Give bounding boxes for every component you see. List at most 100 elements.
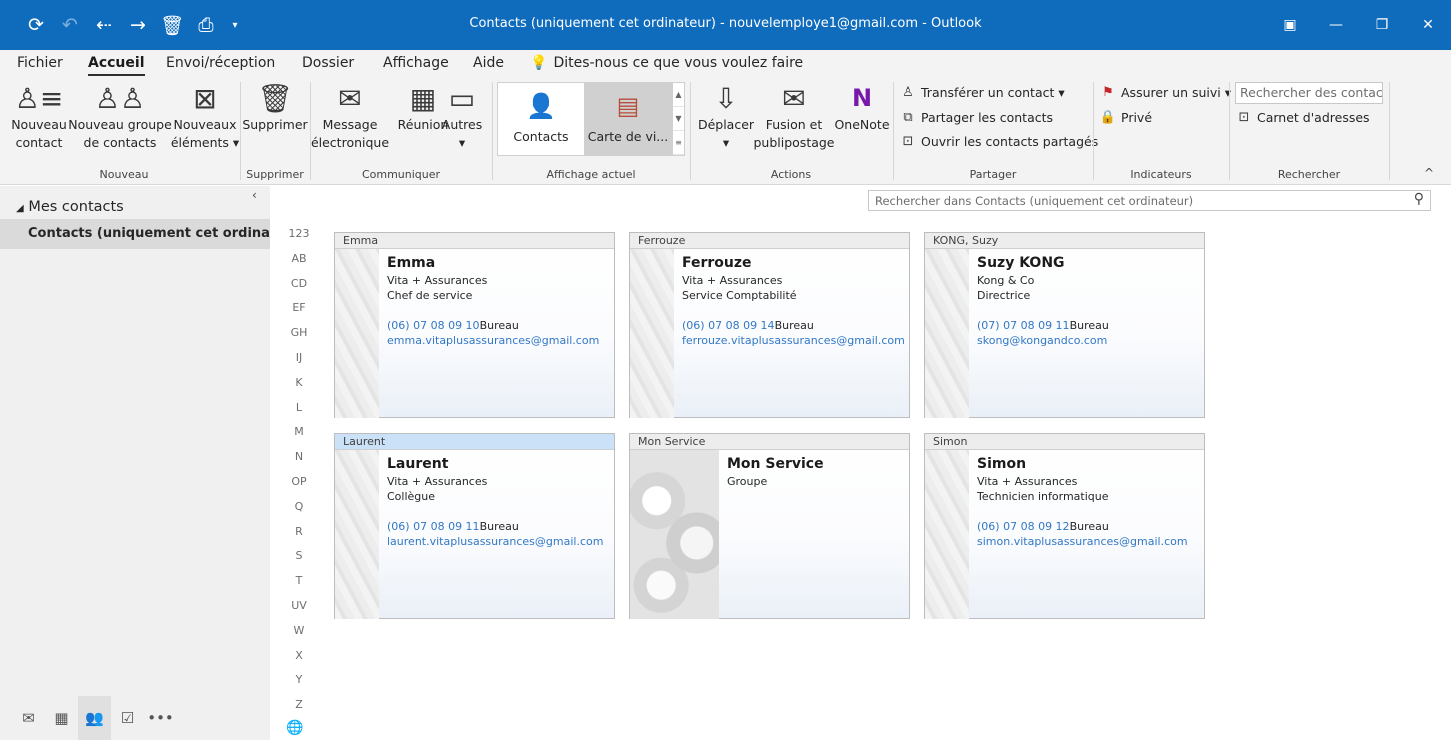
ribbon-tabs: Fichier Accueil Envoi/réception Dossier … <box>0 50 1451 77</box>
phone-number[interactable]: (06) 07 08 09 10 <box>387 319 480 332</box>
contact-title: Chef de service <box>387 289 473 302</box>
my-contacts-header[interactable]: ◢ Mes contacts <box>16 199 124 215</box>
search-icon[interactable]: ⚲ <box>1414 191 1424 207</box>
people-icon[interactable]: 👥 <box>78 696 111 740</box>
tab-accueil[interactable]: Accueil <box>88 55 145 77</box>
contact-title: Directrice <box>977 289 1031 302</box>
index-z[interactable]: Z <box>278 695 320 720</box>
contacts-folder-item[interactable]: Contacts (uniquement cet ordinate... <box>0 219 270 249</box>
new-contact-label-2: contact <box>15 135 63 150</box>
new-contact-button[interactable]: ♙≡ Nouveau contact <box>10 78 68 160</box>
more-modules-icon[interactable]: ••• <box>144 696 177 740</box>
index-l[interactable]: L <box>278 398 320 423</box>
phone-number[interactable]: (06) 07 08 09 14 <box>682 319 775 332</box>
mail-icon[interactable]: ✉ <box>12 696 45 740</box>
search-contacts-input[interactable]: Rechercher dans Contacts (uniquement cet… <box>868 190 1431 211</box>
ribbon-display-options-icon[interactable]: ▣ <box>1267 0 1313 50</box>
contact-card[interactable]: Ferrouze Ferrouze Vita + Assurances Serv… <box>629 232 910 418</box>
contact-email[interactable]: laurent.vitaplusassurances@gmail.com <box>387 534 608 549</box>
contact-name: Emma <box>387 255 436 271</box>
contact-email[interactable]: ferrouze.vitaplusassurances@gmail.com <box>682 333 905 348</box>
address-book-button[interactable]: ⊡ Carnet d'adresses <box>1235 107 1370 127</box>
tell-me-box[interactable]: 💡 Dites-nous ce que vous voulez faire <box>530 55 803 71</box>
index-123[interactable]: 123 <box>278 224 320 249</box>
onenote-button[interactable]: N OneNote <box>832 78 892 160</box>
delete-button[interactable]: 🗑 Supprimer <box>242 78 308 160</box>
group-communiquer: ✉ Message électronique ▦ Réunion ▭ Autre… <box>310 76 492 184</box>
move-label: Déplacer <box>697 117 755 132</box>
index-x[interactable]: X <box>278 646 320 671</box>
contact-email[interactable]: simon.vitaplusassurances@gmail.com <box>977 534 1198 549</box>
more-label: Autres <box>441 117 483 132</box>
index-cd[interactable]: CD <box>278 274 320 299</box>
index-s[interactable]: S <box>278 546 320 571</box>
tab-envoi-reception[interactable]: Envoi/réception <box>166 55 275 71</box>
tab-fichier[interactable]: Fichier <box>17 55 63 71</box>
index-ab[interactable]: AB <box>278 249 320 274</box>
index-uv[interactable]: UV <box>278 596 320 621</box>
group-supprimer: 🗑 Supprimer Supprimer <box>240 76 310 184</box>
index-r[interactable]: R <box>278 522 320 547</box>
group-label-communiquer: Communiquer <box>361 168 441 181</box>
index-q[interactable]: Q <box>278 497 320 522</box>
index-n[interactable]: N <box>278 447 320 472</box>
merge-label-2: publipostage <box>753 135 835 150</box>
move-button[interactable]: ⇩ Déplacer ▾ <box>696 78 756 160</box>
collapse-folder-pane-icon[interactable]: ‹ <box>252 188 257 202</box>
phone-label: Bureau <box>479 520 519 533</box>
index-k[interactable]: K <box>278 373 320 398</box>
contact-name: Suzy KONG <box>977 255 1065 271</box>
contact-company: Vita + Assurances <box>387 274 488 287</box>
index-ef[interactable]: EF <box>278 298 320 323</box>
contact-card-selected[interactable]: Laurent Laurent Vita + Assurances Collèg… <box>334 433 615 619</box>
index-w[interactable]: W <box>278 621 320 646</box>
new-items-button[interactable]: ⊠ Nouveaux éléments ▾ <box>171 78 239 160</box>
index-ij[interactable]: IJ <box>278 348 320 373</box>
contact-email[interactable]: emma.vitaplusassurances@gmail.com <box>387 333 608 348</box>
forward-contact-label: Transférer un contact ▾ <box>921 84 1065 100</box>
index-op[interactable]: OP <box>278 472 320 497</box>
restore-icon[interactable]: ❐ <box>1359 0 1405 50</box>
more-communicate-button[interactable]: ▭ Autres ▾ <box>440 78 484 160</box>
card-image <box>925 249 969 418</box>
delete-label: Supprimer <box>242 117 308 132</box>
contact-card[interactable]: Simon Simon Vita + Assurances Technicien… <box>924 433 1205 619</box>
contact-email[interactable]: skong@kongandco.com <box>977 333 1198 348</box>
tab-dossier[interactable]: Dossier <box>302 55 354 71</box>
open-shared-contacts-button[interactable]: ⊡ Ouvrir les contacts partagés <box>899 131 1099 151</box>
share-contacts-label: Partager les contacts <box>921 109 1054 125</box>
collapse-ribbon-icon[interactable]: ^ <box>1424 166 1434 180</box>
forward-contact-button[interactable]: ♙ Transférer un contact ▾ <box>899 82 1065 102</box>
tab-aide[interactable]: Aide <box>473 55 504 71</box>
mail-merge-button[interactable]: ✉ Fusion et publipostage <box>753 78 835 160</box>
index-y[interactable]: Y <box>278 670 320 695</box>
envelope-icon: ✉ <box>338 81 362 115</box>
new-contact-label-1: Nouveau <box>11 117 67 132</box>
calendar-icon[interactable]: ▦ <box>45 696 78 740</box>
phone-number[interactable]: (06) 07 08 09 11 <box>387 520 480 533</box>
phone-number[interactable]: (07) 07 08 09 11 <box>977 319 1070 332</box>
index-m[interactable]: M <box>278 422 320 447</box>
tab-affichage[interactable]: Affichage <box>383 55 449 71</box>
contact-company: Groupe <box>727 475 768 488</box>
new-contact-group-button[interactable]: ♙♙ Nouveau groupe de contacts <box>68 78 172 160</box>
minimize-icon[interactable]: — <box>1313 0 1359 50</box>
lock-icon: 🔒 <box>1099 109 1117 125</box>
index-gh[interactable]: GH <box>278 323 320 348</box>
index-t[interactable]: T <box>278 571 320 596</box>
group-partager: ♙ Transférer un contact ▾ ⧉ Partager les… <box>893 76 1098 184</box>
language-index-icon[interactable]: 🌐 <box>286 720 303 736</box>
private-button[interactable]: 🔒 Privé <box>1099 107 1152 127</box>
share-contacts-button[interactable]: ⧉ Partager les contacts <box>899 107 1053 127</box>
close-icon[interactable]: ✕ <box>1405 0 1451 50</box>
new-group-label-1: Nouveau groupe <box>68 117 172 132</box>
contact-card[interactable]: Emma Emma Vita + Assurances Chef de serv… <box>334 232 615 418</box>
contact-group-card[interactable]: Mon Service Mon Service Groupe <box>629 433 910 619</box>
email-message-button[interactable]: ✉ Message électronique <box>311 78 389 160</box>
follow-up-button[interactable]: ⚑ Assurer un suivi ▾ <box>1099 82 1231 102</box>
my-contacts-label: Mes contacts <box>28 199 124 215</box>
card-body: Ferrouze Vita + Assurances Service Compt… <box>682 255 905 348</box>
contact-card[interactable]: KONG, Suzy Suzy KONG Kong & Co Directric… <box>924 232 1205 418</box>
tasks-icon[interactable]: ☑ <box>111 696 144 740</box>
phone-number[interactable]: (06) 07 08 09 12 <box>977 520 1070 533</box>
